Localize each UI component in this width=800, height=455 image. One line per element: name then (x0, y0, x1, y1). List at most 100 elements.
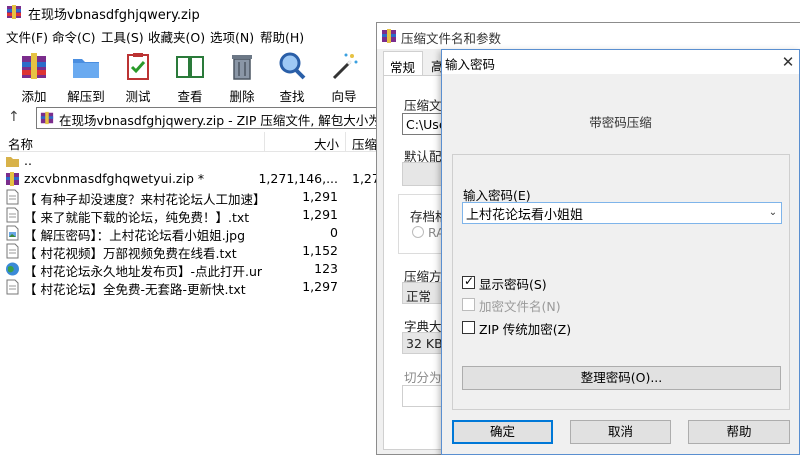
show-password-label: 显示密码(S) (479, 277, 547, 292)
checkbox-disabled[interactable] (462, 298, 475, 311)
file-row[interactable]: 【 村花视频】万部视频免费在线看.txt 1,152 (0, 242, 380, 261)
encrypt-filenames-checkbox[interactable]: 加密文件名(N) (462, 296, 662, 314)
file-row[interactable]: 【 村花论坛永久地址发布页】-点此打开.url 123 (0, 260, 380, 279)
clipboard-check-icon (127, 53, 149, 80)
menu-tools[interactable]: 工具(S) (101, 27, 144, 46)
file-size: 0 (330, 225, 338, 240)
tab-general[interactable]: 常规 (383, 51, 423, 75)
view-button[interactable]: 查看 (164, 48, 216, 104)
winrar-archive-icon (6, 172, 19, 186)
folder-extract-icon (73, 59, 99, 78)
column-separator (345, 132, 346, 152)
view-label: 查看 (177, 89, 203, 104)
archive-name-label: 压缩文 (404, 98, 442, 113)
find-button[interactable]: 查找 (266, 48, 318, 104)
delete-label: 删除 (229, 89, 255, 104)
file-name: .. (24, 153, 32, 168)
password-input[interactable] (463, 203, 763, 223)
params-title: 压缩文件名和参数 (401, 31, 502, 46)
params-tabs: 常规 高 (383, 51, 444, 75)
file-size: 1,271,146,... (258, 171, 338, 186)
test-button[interactable]: 测试 (112, 48, 164, 104)
magic-wand-icon (332, 53, 358, 80)
file-row[interactable]: 【 村花论坛】全免费-无套路-更新快.txt 1,297 (0, 278, 380, 297)
column-separator (264, 132, 265, 152)
show-password-checkbox[interactable]: 显示密码(S) (462, 274, 662, 292)
help-button[interactable]: 帮助 (688, 420, 790, 444)
column-size[interactable]: 大小 (314, 134, 339, 153)
file-list-header: 名称 大小 压缩 (0, 132, 380, 152)
file-size: 1,291 (302, 207, 338, 222)
path-bar: ↑ 在现场vbnasdfghjqwery.zip - ZIP 压缩文件, 解包大… (0, 105, 380, 131)
winrar-app-icon (7, 5, 21, 19)
file-row[interactable]: 【 解压密码】：上村花论坛看小姐姐.jpg 0 (0, 224, 380, 243)
book-view-icon (176, 56, 204, 78)
delete-button[interactable]: 删除 (216, 48, 268, 104)
password-combo[interactable]: ⌄ (462, 202, 782, 224)
add-button[interactable]: 添加 (8, 48, 60, 104)
find-label: 查找 (279, 89, 305, 104)
toolbar: 添加 解压到 测试 查看 删除 查找 向导 (0, 48, 380, 104)
checkbox-checked[interactable] (462, 274, 475, 289)
wizard-label: 向导 (331, 89, 357, 104)
winrar-archive-icon (40, 111, 54, 125)
file-size: 1,291 (302, 189, 338, 204)
test-label: 测试 (125, 89, 151, 104)
up-arrow-icon[interactable]: ↑ (8, 109, 20, 125)
column-packed[interactable]: 压缩 (352, 134, 377, 153)
column-name[interactable]: 名称 (8, 134, 33, 153)
params-title-bar: 压缩文件名和参数 (377, 23, 800, 49)
file-name: 【 村花论坛】全免费-无套路-更新快.txt (24, 282, 246, 297)
file-name: zxcvbnmasdfghqwetyui.zip * (24, 171, 205, 186)
menu-commands[interactable]: 命令(C) (52, 27, 95, 46)
text-file-icon (6, 207, 19, 223)
wizard-button[interactable]: 向导 (318, 48, 370, 104)
zip-legacy-checkbox[interactable]: ZIP 传统加密(Z) (462, 319, 662, 337)
extract-to-label: 解压到 (67, 89, 105, 104)
method-value: 正常 (406, 289, 432, 304)
winrar-app-icon (382, 29, 396, 43)
text-file-icon (6, 279, 19, 295)
file-row[interactable]: .. (0, 152, 380, 170)
encrypt-filenames-label: 加密文件名(N) (479, 299, 561, 314)
folder-up-icon (6, 157, 19, 167)
file-row[interactable]: 【 来了就能下载的论坛，纯免费！】.txt 1,291 (0, 206, 380, 225)
menu-help[interactable]: 帮助(H) (260, 27, 304, 46)
organize-passwords-button[interactable]: 整理密码(O)... (462, 366, 781, 390)
ok-button[interactable]: 确定 (452, 420, 553, 444)
chevron-down-icon[interactable]: ⌄ (766, 205, 780, 221)
cancel-button[interactable]: 取消 (570, 420, 671, 444)
path-text: 在现场vbnasdfghjqwery.zip - ZIP 压缩文件, 解包大小为… (59, 113, 380, 128)
password-title-bar: 输入密码 ✕ (442, 50, 799, 74)
file-size: 1,152 (302, 243, 338, 258)
text-file-icon (6, 243, 19, 259)
close-icon[interactable]: ✕ (778, 52, 798, 72)
password-dialog-body: 带密码压缩 输入密码(E) ⌄ 显示密码(S) 加密文件名(N) ZIP 传统加… (442, 74, 799, 454)
file-size: 1,297 (302, 279, 338, 294)
zip-legacy-label: ZIP 传统加密(Z) (479, 322, 572, 337)
file-row[interactable]: 【 有种子却没速度？来村花论坛人工加速】.... 1,291 (0, 188, 380, 207)
password-dialog: 输入密码 ✕ 带密码压缩 输入密码(E) ⌄ 显示密码(S) 加密文件名(N) … (441, 49, 800, 455)
file-size: 123 (314, 261, 338, 276)
password-dialog-title: 输入密码 (445, 57, 496, 72)
file-list: .. zxcvbnmasdfghqwetyui.zip * 1,271,146,… (0, 152, 380, 302)
url-globe-icon (6, 262, 19, 276)
text-file-icon (6, 189, 19, 205)
image-file-icon (6, 225, 19, 241)
extract-to-button[interactable]: 解压到 (60, 48, 112, 104)
magnifier-icon (279, 52, 306, 80)
file-row[interactable]: zxcvbnmasdfghqwetyui.zip * 1,271,146,...… (0, 170, 380, 188)
tab-general-label: 常规 (390, 60, 416, 75)
archive-add-icon (22, 53, 46, 79)
menu-options[interactable]: 选项(N) (210, 27, 254, 46)
menu-bar: 文件(F) 命令(C) 工具(S) 收藏夹(O) 选项(N) 帮助(H) (0, 26, 380, 46)
menu-file[interactable]: 文件(F) (6, 27, 48, 46)
checkbox-unchecked[interactable] (462, 321, 475, 334)
title-bar: 在现场vbnasdfghjqwery.zip (0, 0, 800, 24)
dict-value: 32 KB (406, 336, 443, 351)
path-field[interactable]: 在现场vbnasdfghjqwery.zip - ZIP 压缩文件, 解包大小为… (36, 107, 380, 129)
format-radio[interactable] (412, 226, 424, 238)
split-label: 切分为 (404, 370, 442, 385)
trash-can-icon (232, 55, 252, 80)
menu-favorites[interactable]: 收藏夹(O) (148, 27, 205, 46)
